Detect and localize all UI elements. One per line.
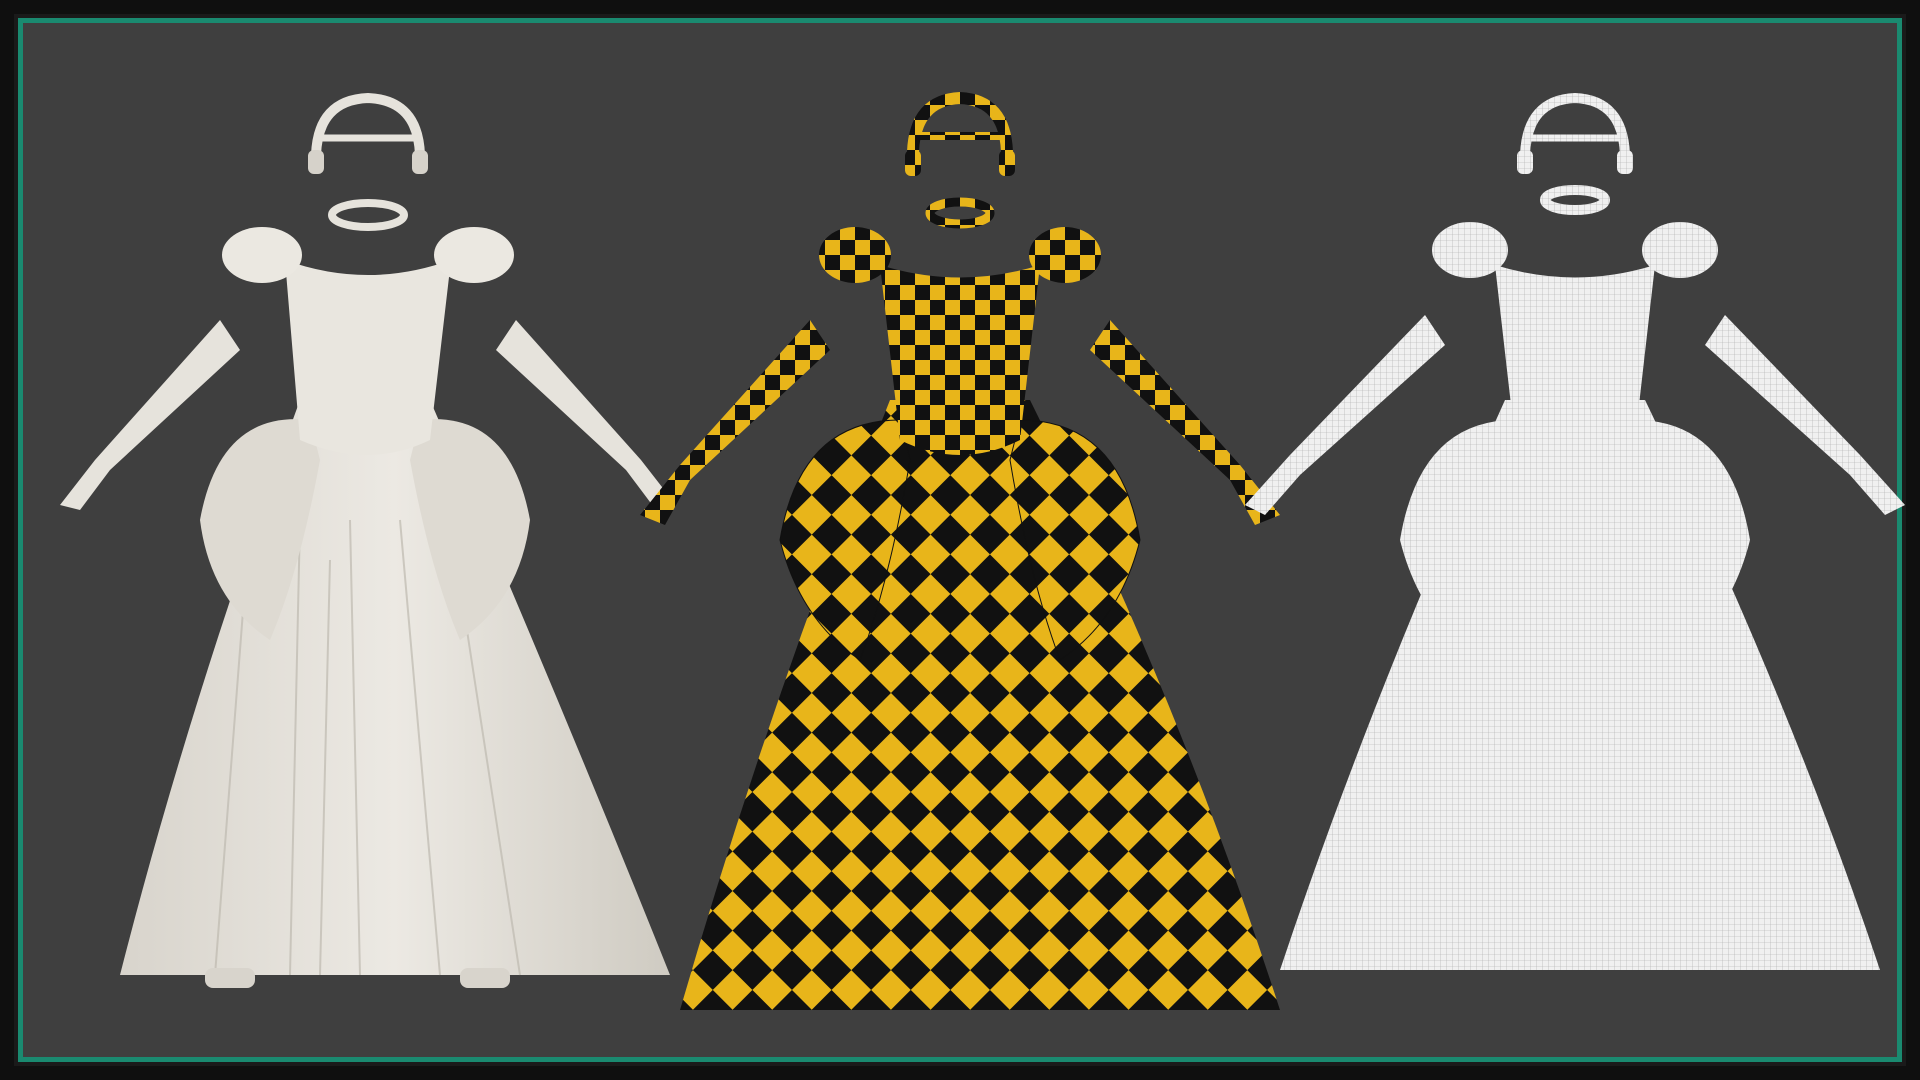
headband xyxy=(907,91,1013,153)
bodice xyxy=(285,260,451,455)
headband xyxy=(1520,92,1630,156)
puff-sleeve-right xyxy=(1029,227,1101,283)
skirt xyxy=(680,400,1280,1010)
glove-right xyxy=(496,320,676,510)
headband-tip-right xyxy=(412,150,428,174)
choker xyxy=(925,197,995,229)
puff-sleeve-left xyxy=(222,227,302,283)
checker-uv-gown xyxy=(640,91,1280,1010)
glove-left xyxy=(1245,315,1445,515)
puff-sleeve-right xyxy=(1642,222,1718,278)
glove-right xyxy=(1705,315,1905,515)
headband-tip-left xyxy=(308,150,324,174)
shoe-right xyxy=(460,968,510,988)
wireframe-gown xyxy=(1245,92,1905,970)
choker xyxy=(1540,185,1610,215)
skirt xyxy=(1280,400,1880,970)
skirt xyxy=(120,400,670,975)
bodice xyxy=(1495,265,1655,455)
puff-sleeve-right xyxy=(434,227,514,283)
bodice xyxy=(880,265,1040,455)
choker xyxy=(328,199,408,231)
gown-render-scene xyxy=(60,91,1905,1010)
white-solid-gown xyxy=(60,92,676,988)
puff-sleeve-left xyxy=(1432,222,1508,278)
headband xyxy=(311,92,425,156)
puff-sleeve-left xyxy=(819,227,891,283)
shoe-left xyxy=(205,968,255,988)
